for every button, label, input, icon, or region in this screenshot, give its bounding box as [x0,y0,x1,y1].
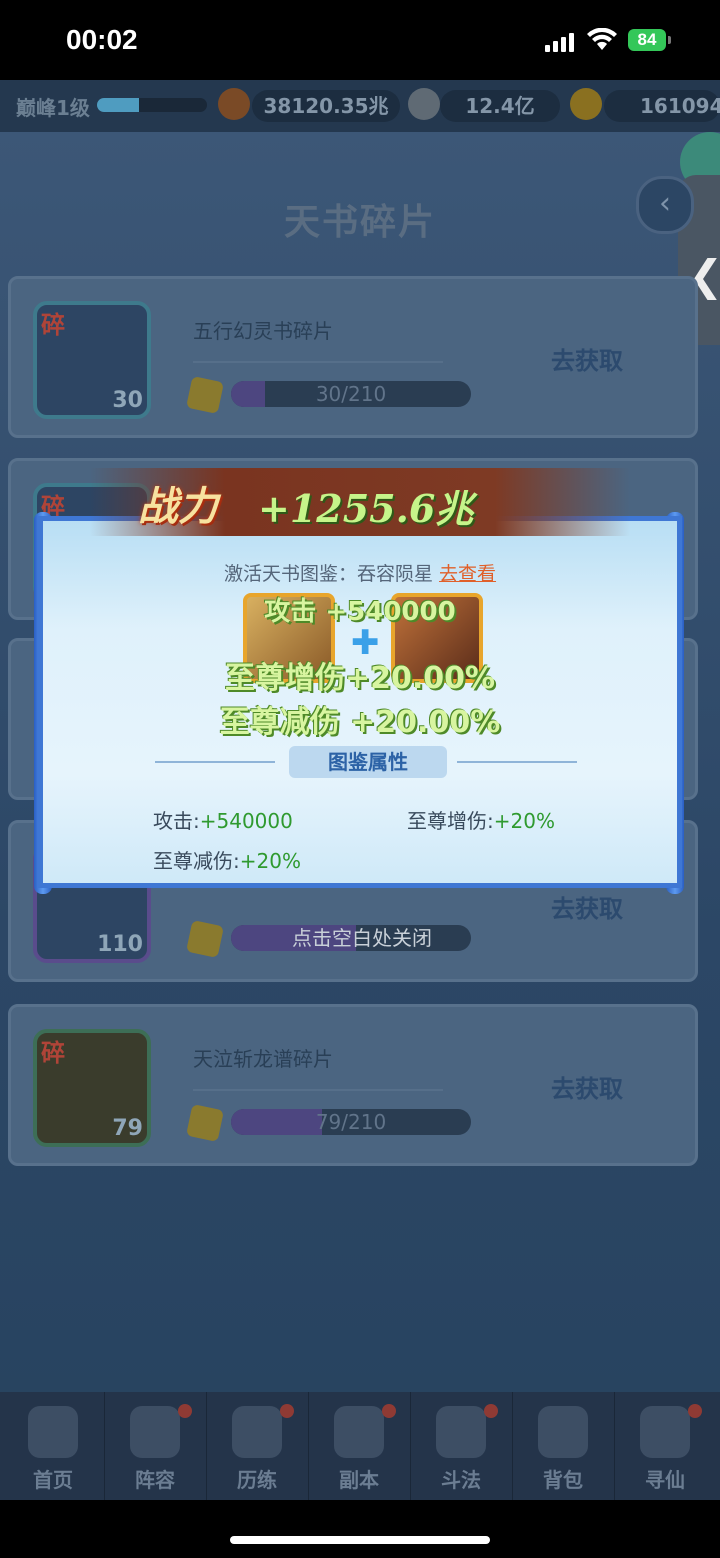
peak-level: 巅峰1级 [16,96,90,120]
fragment-progress-text: 30/210 [315,382,387,406]
float-dmg-down: 至尊减伤 +20.00% [219,705,501,740]
attr-label: 至尊增伤: [407,809,494,833]
status-bar: 00:02 84 [0,0,720,80]
puzzle-icon [186,1104,224,1142]
power-gain-value: +1255.6兆 [258,486,474,531]
tab-seek-immortal[interactable]: 寻仙 [614,1392,716,1500]
attr-value: +20% [239,849,301,873]
battery-icon: 84 [628,29,671,51]
attr-value: +20% [493,809,555,833]
tab-lineup[interactable]: 阵容 [104,1392,207,1500]
puzzle-icon [186,376,224,414]
bottom-tab-bar: 首页 阵容 历练 副本 斗法 背包 寻仙 [0,1392,720,1500]
gold-ingot-icon [570,88,602,120]
attr-label: 攻击: [153,809,200,833]
fragment-card: 碎 30 五行幻灵书碎片 30/210 去获取 [8,276,698,438]
codex-activation-popup: 激活天书图鉴：吞容陨星 去查看 ✚ 攻击 +540000 至尊增伤+20.00%… [38,516,682,888]
obtain-button[interactable]: 去获取 [551,341,623,376]
tab-backpack[interactable]: 背包 [512,1392,615,1500]
power-value: 38120.35兆 [252,90,400,122]
training-icon [232,1406,282,1458]
attr-label: 至尊减伤: [153,849,240,873]
status-time: 00:02 [66,24,138,55]
notification-dot [280,1404,294,1418]
divider [193,361,443,363]
coin-icon [408,88,440,120]
fragment-progress: 79/210 [231,1109,471,1135]
fragment-progress-text: 79/210 [315,1110,387,1134]
activation-label: 激活天书图鉴：吞容陨星 [223,563,433,585]
backpack-icon [538,1406,588,1458]
attr-dmg-down: 至尊减伤:+20% [153,845,301,874]
home-indicator-area [0,1500,720,1558]
divider [193,1089,443,1091]
home-icon [28,1406,78,1458]
resource-bar: 巅峰1级 38120.35兆 12.4亿 161094 [0,80,720,132]
tab-home[interactable]: 首页 [2,1392,105,1500]
tab-label: 副本 [339,1468,379,1492]
fragment-tag: 碎 [41,1039,65,1067]
attr-attack: 攻击:+540000 [153,805,293,834]
tab-label: 斗法 [441,1468,481,1492]
divider [155,761,275,763]
tab-training[interactable]: 历练 [206,1392,309,1500]
fragment-thumbnail: 碎 79 [33,1029,151,1147]
game-screen: 巅峰1级 38120.35兆 12.4亿 161094 ❮ 天书碎片 ‹ 碎 3… [0,80,720,1500]
tab-label: 阵容 [135,1468,175,1492]
float-attack: 攻击 +540000 [264,597,456,627]
tab-label: 寻仙 [645,1468,685,1492]
level-progress [97,98,207,112]
section-title: 图鉴属性 [289,746,447,778]
notification-dot [178,1404,192,1418]
page-title: 天书碎片 [283,202,436,243]
dungeon-icon [334,1406,384,1458]
tab-label: 背包 [543,1468,583,1492]
close-hint[interactable]: 点击空白处关闭 [228,922,496,951]
lineup-icon [130,1406,180,1458]
back-button[interactable]: ‹ [636,176,694,234]
notification-dot [382,1404,396,1418]
seek-immortal-icon [640,1406,690,1458]
power-icon [218,88,250,120]
fragment-tag: 碎 [41,311,65,339]
fragment-card: 碎 79 天泣斩龙谱碎片 79/210 去获取 [8,1004,698,1166]
fragment-count: 79 [112,1116,143,1141]
obtain-button[interactable]: 去获取 [551,889,623,924]
notification-dot [688,1404,702,1418]
tab-label: 历练 [237,1468,277,1492]
gold-value: 161094 [604,90,720,122]
fragment-progress: 30/210 [231,381,471,407]
duel-icon [436,1406,486,1458]
signal-icon [545,30,575,52]
wifi-icon [587,28,617,50]
puzzle-icon [186,920,224,958]
float-dmg-up: 至尊增伤+20.00% [224,661,496,696]
tab-label: 首页 [33,1468,73,1492]
fragment-count: 30 [112,388,143,413]
tab-duel[interactable]: 斗法 [410,1392,513,1500]
fragment-name: 五行幻灵书碎片 [193,319,333,343]
view-link[interactable]: 去查看 [439,563,496,585]
coin-value: 12.4亿 [440,90,560,122]
power-label: 战力 [138,483,218,530]
attr-value: +540000 [199,809,293,833]
fragment-thumbnail: 碎 30 [33,301,151,419]
fragment-count: 110 [97,932,143,957]
activation-text: 激活天书图鉴：吞容陨星 去查看 [43,559,677,586]
obtain-button[interactable]: 去获取 [551,1069,623,1104]
home-indicator[interactable] [230,1536,490,1544]
fragment-name: 天泣斩龙谱碎片 [193,1047,333,1071]
power-gain-banner: 战力 +1255.6兆 [90,468,630,536]
notification-dot [484,1404,498,1418]
tab-dungeon[interactable]: 副本 [308,1392,411,1500]
attr-dmg-up: 至尊增伤:+20% [407,805,555,834]
divider [457,761,577,763]
